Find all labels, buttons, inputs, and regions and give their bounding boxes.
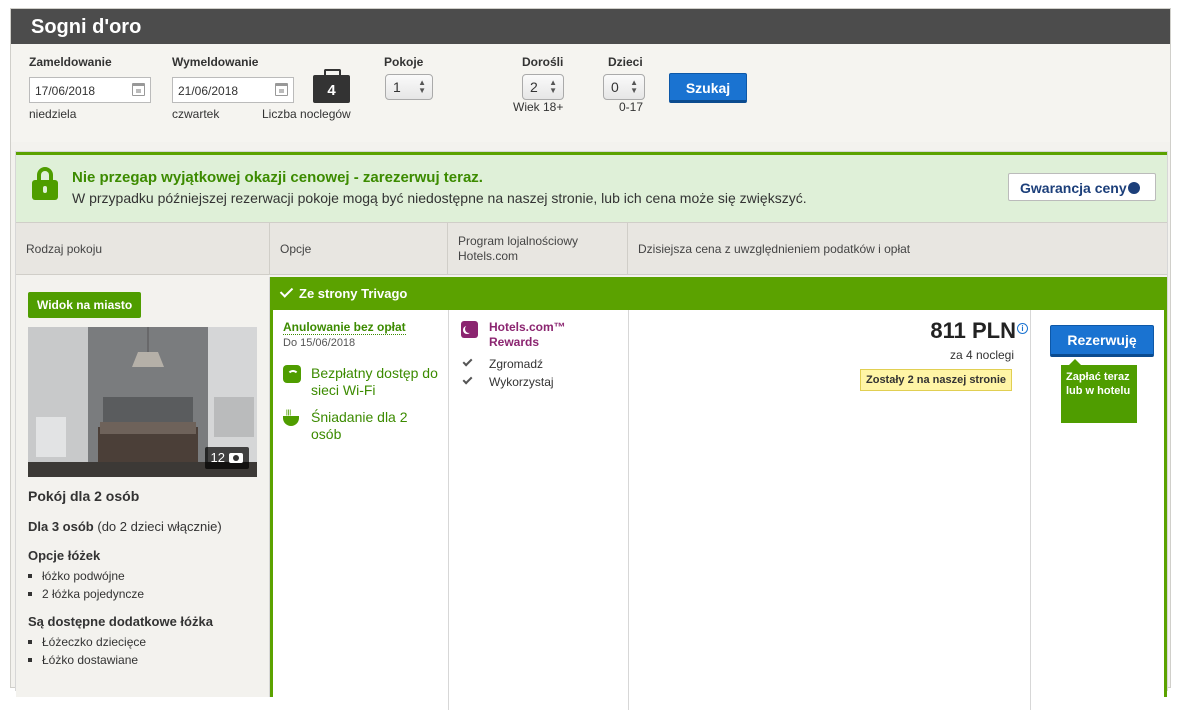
nights-label: Liczba noclegów: [262, 107, 351, 121]
capacity-main: Dla 3 osób: [28, 519, 94, 534]
urgency-text: W przypadku późniejszej rezerwacji pokoj…: [72, 190, 807, 206]
list-item: łóżko podwójne: [28, 569, 125, 583]
stepper-arrows-icon: ▲ ▼: [418, 78, 426, 95]
list-item: Łóżko dostawiane: [28, 653, 138, 667]
adults-age-note: Wiek 18+: [513, 100, 564, 114]
photo-count-badge[interactable]: 12: [204, 447, 249, 469]
hotel-title: Sogni d'oro: [11, 9, 1170, 44]
camera-icon: [229, 453, 243, 463]
checkout-weekday: czwartek: [172, 107, 220, 121]
children-age-note: 0-17: [619, 100, 644, 114]
search-button[interactable]: Szukaj: [669, 73, 747, 103]
hotels-rewards-icon: [461, 321, 478, 338]
rooms-value: 1: [393, 79, 401, 95]
checkin-value: 17/06/2018: [35, 84, 96, 98]
adults-label: Dorośli: [522, 55, 564, 69]
offer-source-bar: Ze strony Trivago: [273, 277, 1164, 310]
capacity-note: (do 2 dzieci włącznie): [97, 519, 222, 534]
urgency-banner: Nie przegap wyjątkowej okazji cenowej - …: [16, 152, 1167, 222]
book-button[interactable]: Rezerwuję: [1050, 325, 1154, 357]
room-photo[interactable]: 12: [28, 327, 257, 477]
loyalty-program-name: Hotels.com™ Rewards: [489, 320, 566, 349]
adults-value: 2: [530, 79, 538, 95]
column-divider: [1030, 310, 1031, 710]
price-guarantee-label: Gwarancja ceny: [1020, 180, 1127, 196]
check-icon: [462, 356, 473, 367]
list-item: 2 łóżka pojedyncze: [28, 587, 144, 601]
check-icon: [279, 284, 294, 298]
room-name: Pokój dla 2 osób: [28, 488, 140, 504]
info-icon[interactable]: i: [1017, 323, 1028, 334]
calendar-icon[interactable]: [275, 83, 288, 96]
checkout-value: 21/06/2018: [178, 84, 239, 98]
booking-window: Sogni d'oro Zameldowanie 17/06/2018 nied…: [10, 8, 1171, 710]
column-divider: [628, 310, 629, 710]
price-guarantee-button[interactable]: Gwarancja ceny: [1008, 173, 1156, 201]
offer-source: Ze strony Trivago: [299, 286, 408, 301]
list-item: Łóżeczko dziecięce: [28, 635, 146, 649]
rooms-left-badge: Zostały 2 na naszej stronie: [860, 369, 1012, 391]
extra-beds-title: Są dostępne dodatkowe łóżka: [28, 614, 213, 629]
wifi-icon: [283, 365, 301, 383]
amenity-wifi: Bezpłatny dostęp do sieci Wi-Fi: [311, 365, 438, 398]
pay-option-note: Zapłać teraz lub w hotelu: [1061, 359, 1137, 423]
room-info-column: Widok na miasto 12 Pokój dla 2 osób Dla …: [16, 277, 270, 697]
room-offer-panel: Nie przegap wyjątkowej okazji cenowej - …: [15, 151, 1168, 710]
amenity-breakfast: Śniadanie dla 2 osób: [311, 409, 408, 442]
table-header: Rodzaj pokoju Opcje Program lojalnościow…: [16, 222, 1167, 275]
room-capacity: Dla 3 osób (do 2 dzieci włącznie): [28, 519, 222, 534]
bed-options-title: Opcje łóżek: [28, 548, 101, 563]
cancellation-deadline: Do 15/06/2018: [283, 337, 356, 349]
checkout-input[interactable]: 21/06/2018: [172, 77, 294, 103]
adults-select[interactable]: 2 ▲ ▼: [522, 74, 564, 100]
price-nights-note: za 4 noclegi: [949, 348, 1014, 362]
offer-row: Ze strony Trivago Anulowanie bez opłat D…: [270, 277, 1167, 710]
checkin-weekday: niedziela: [29, 107, 77, 121]
guarantee-seal-icon: [1127, 182, 1140, 194]
total-price: 811 PLN: [930, 318, 1016, 343]
rooms-select[interactable]: 1 ▲ ▼: [385, 74, 433, 100]
urgency-title: Nie przegap wyjątkowej okazji cenowej - …: [72, 169, 483, 186]
check-icon: [462, 374, 473, 385]
lock-icon: [32, 167, 58, 201]
search-bar: Zameldowanie 17/06/2018 niedziela Wymeld…: [11, 44, 1170, 142]
children-value: 0: [611, 79, 619, 95]
breakfast-icon: |||: [283, 410, 301, 429]
loyalty-item-collect: Zgromadź: [489, 357, 544, 371]
column-header-price: Dzisiejsza cena z uwzględnieniem podatkó…: [638, 242, 911, 256]
children-label: Dzieci: [608, 55, 643, 69]
photo-count-value: 12: [210, 450, 225, 465]
stepper-arrows-icon: ▲ ▼: [630, 78, 638, 95]
column-divider: [448, 310, 449, 710]
column-header-room-type: Rodzaj pokoju: [16, 223, 270, 275]
rooms-label: Pokoje: [384, 55, 424, 69]
column-header-loyalty: Program lojalnościowy Hotels.com: [448, 223, 628, 275]
checkin-input[interactable]: 17/06/2018: [29, 77, 151, 103]
city-view-badge: Widok na miasto: [28, 292, 142, 318]
checkin-label: Zameldowanie: [29, 55, 112, 69]
calendar-icon[interactable]: [132, 83, 145, 96]
column-header-options: Opcje: [270, 223, 448, 275]
stepper-arrows-icon: ▲ ▼: [549, 78, 557, 95]
checkout-label: Wymeldowanie: [172, 55, 259, 69]
free-cancellation-link[interactable]: Anulowanie bez opłat: [283, 320, 406, 335]
loyalty-item-redeem: Wykorzystaj: [489, 375, 554, 389]
nights-count-badge: 4: [313, 69, 350, 103]
children-select[interactable]: 0 ▲ ▼: [603, 74, 645, 100]
